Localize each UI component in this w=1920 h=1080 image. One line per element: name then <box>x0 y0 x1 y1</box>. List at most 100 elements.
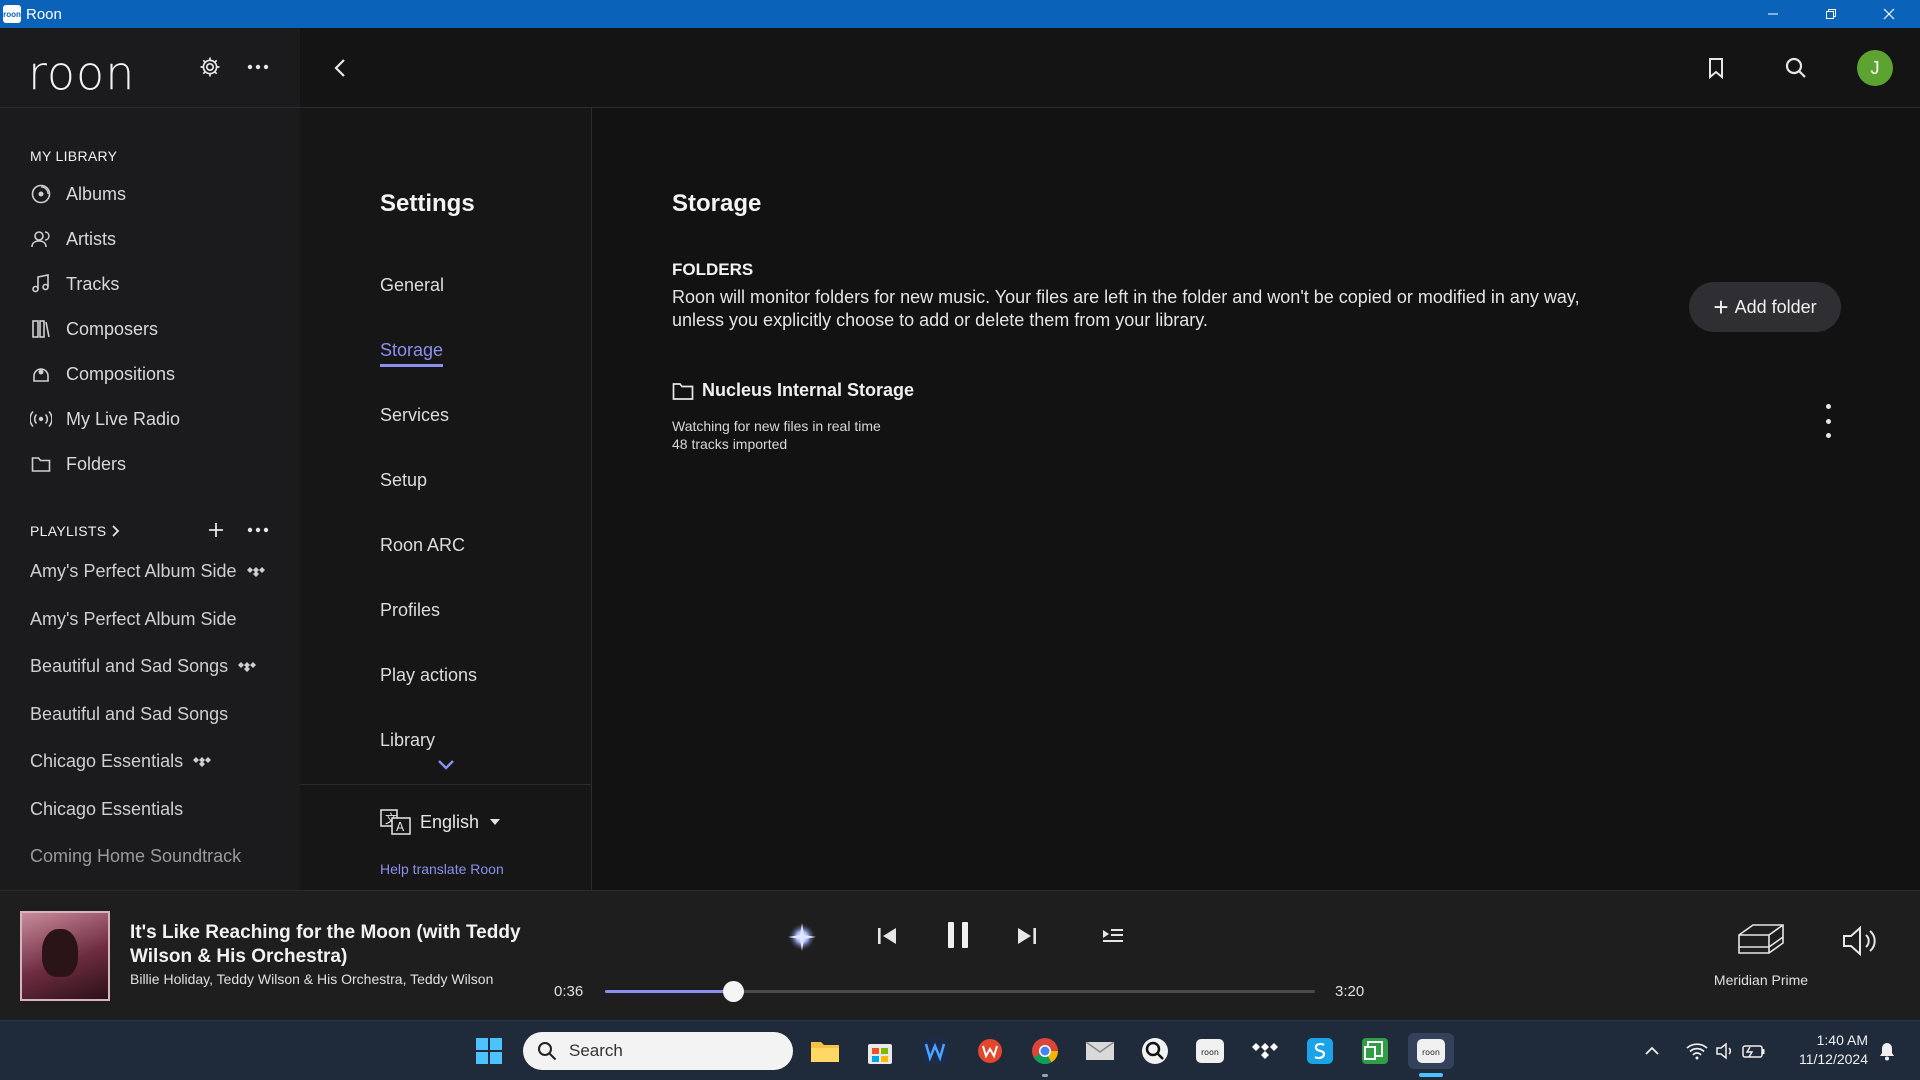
zone-device-button[interactable] <box>1730 917 1792 963</box>
volume-button[interactable] <box>1838 921 1884 961</box>
sidebar-item-folders[interactable]: Folders <box>30 449 126 479</box>
playlists-heading[interactable]: PLAYLISTS <box>30 523 122 539</box>
tidal-app-icon[interactable] <box>1247 1033 1283 1069</box>
radio-mode-button[interactable] <box>782 917 822 957</box>
bookmark-icon <box>1709 58 1723 79</box>
mail-icon[interactable] <box>1082 1033 1118 1069</box>
settings-item-play-actions[interactable]: Play actions <box>380 665 477 686</box>
green-app-icon[interactable] <box>1357 1033 1393 1069</box>
settings-item-setup[interactable]: Setup <box>380 470 427 491</box>
album-cover[interactable] <box>20 911 110 1001</box>
sidebar-item-my-live-radio[interactable]: My Live Radio <box>30 404 180 434</box>
playlist-item[interactable]: Amy's Perfect Album Side <box>30 561 265 582</box>
system-clock[interactable]: 1:40 AM 11/12/2024 <box>1786 1031 1868 1069</box>
scroll-down-chevron[interactable] <box>437 758 455 776</box>
sidebar: roon MY LIBRARY Albums Artists Tracks Co… <box>0 28 300 890</box>
roon-taskbar-icon-active[interactable]: roon <box>1408 1033 1454 1069</box>
next-track-button[interactable] <box>1010 919 1044 953</box>
sidebar-item-tracks[interactable]: Tracks <box>30 269 119 299</box>
bookmarks-button[interactable] <box>1698 50 1734 86</box>
help-translate-link[interactable]: Help translate Roon <box>380 861 504 877</box>
notifications-button[interactable] <box>1874 1033 1900 1069</box>
settings-item-services[interactable]: Services <box>380 405 449 426</box>
tidal-icon <box>238 656 257 677</box>
pause-button[interactable] <box>938 915 978 955</box>
minimize-button[interactable] <box>1744 0 1802 28</box>
folder-entry[interactable]: Nucleus Internal Storage <box>672 380 914 401</box>
sidebar-item-albums[interactable]: Albums <box>30 179 126 209</box>
more-options-button[interactable] <box>243 52 273 82</box>
seek-bar[interactable] <box>605 981 1315 1002</box>
playlists-more-button[interactable] <box>243 517 273 543</box>
sidebar-item-label: Tracks <box>66 273 120 294</box>
plus-icon: + <box>1713 292 1729 322</box>
active-app-indicator <box>1419 1073 1443 1077</box>
add-playlist-button[interactable] <box>201 517 231 543</box>
add-folder-button[interactable]: + Add folder <box>1689 282 1841 332</box>
volume-icon <box>1843 925 1876 957</box>
settings-button[interactable] <box>195 52 225 82</box>
search-icon <box>537 1041 557 1061</box>
waves-app-icon[interactable] <box>917 1033 953 1069</box>
sidebar-item-artists[interactable]: Artists <box>30 224 116 254</box>
elapsed-time: 0:36 <box>554 983 584 1000</box>
playlist-item[interactable]: Beautiful and Sad Songs <box>30 704 228 725</box>
restore-button[interactable] <box>1802 0 1860 28</box>
compositions-icon <box>30 363 52 385</box>
playlist-item[interactable]: Coming Home Soundtrack <box>30 846 241 867</box>
file-explorer-icon[interactable] <box>807 1033 843 1069</box>
roon-logo[interactable]: roon <box>28 46 135 100</box>
roon-taskbar-icon-1[interactable]: roon <box>1192 1033 1228 1069</box>
chrome-icon[interactable] <box>1027 1033 1063 1069</box>
sidebar-item-compositions[interactable]: Compositions <box>30 359 175 389</box>
seek-handle[interactable] <box>722 981 744 1002</box>
track-title[interactable]: It's Like Reaching for the Moon (with Te… <box>130 921 550 969</box>
folder-watch-status: Watching for new files in real time <box>672 418 881 434</box>
language-selector[interactable]: 文A English <box>380 809 501 835</box>
track-artists[interactable]: Billie Holiday, Teddy Wilson & His Orche… <box>130 971 493 987</box>
search-app-icon[interactable] <box>1137 1033 1173 1069</box>
show-hidden-icons-button[interactable] <box>1640 1033 1664 1069</box>
sketch-app-icon[interactable] <box>1302 1033 1338 1069</box>
playlist-item[interactable]: Chicago Essentials <box>30 799 183 820</box>
folders-description: Roon will monitor folders for new music.… <box>672 287 1580 330</box>
playlist-item[interactable]: Amy's Perfect Album Side <box>30 609 237 630</box>
sidebar-item-label: Composers <box>66 318 159 339</box>
settings-item-storage[interactable]: Storage <box>380 340 444 367</box>
office-app-icon[interactable] <box>972 1033 1008 1069</box>
my-library-heading: MY LIBRARY <box>30 148 118 164</box>
roon-app-icon: roon <box>3 5 21 23</box>
settings-item-roon-arc[interactable]: Roon ARC <box>380 535 465 556</box>
back-button[interactable] <box>322 50 358 86</box>
queue-button[interactable] <box>1096 919 1130 953</box>
wifi-icon[interactable] <box>1684 1033 1710 1069</box>
zone-name[interactable]: Meridian Prime <box>1706 971 1816 989</box>
sidebar-item-composers[interactable]: Composers <box>30 314 158 344</box>
start-button[interactable] <box>471 1033 507 1069</box>
close-window-button[interactable] <box>1860 0 1918 28</box>
settings-item-general[interactable]: General <box>380 275 444 296</box>
plus-icon <box>209 523 223 537</box>
user-avatar[interactable]: J <box>1857 50 1893 86</box>
speaker-icon[interactable] <box>1712 1033 1738 1069</box>
settings-item-profiles[interactable]: Profiles <box>380 600 440 621</box>
top-header: J <box>300 28 1920 108</box>
gear-icon <box>200 57 220 77</box>
pause-icon <box>948 922 968 948</box>
playlist-item[interactable]: Chicago Essentials <box>30 751 212 772</box>
settings-item-library[interactable]: Library <box>380 730 435 751</box>
window-titlebar: roon Roon <box>0 0 1920 28</box>
settings-nav: Settings General Storage Services Setup … <box>300 108 592 890</box>
search-placeholder: Search <box>569 1041 623 1060</box>
search-button[interactable] <box>1778 50 1814 86</box>
microsoft-store-icon[interactable] <box>862 1033 898 1069</box>
queue-icon <box>1103 929 1123 942</box>
translate-icon: 文A <box>380 809 411 835</box>
battery-icon[interactable] <box>1740 1033 1768 1069</box>
windows-logo-icon <box>476 1038 502 1064</box>
playlist-item[interactable]: Beautiful and Sad Songs <box>30 656 257 677</box>
taskbar-search[interactable]: Search <box>523 1032 793 1070</box>
composers-icon <box>30 318 52 340</box>
folder-options-button[interactable] <box>1820 404 1836 438</box>
previous-track-button[interactable] <box>870 919 904 953</box>
